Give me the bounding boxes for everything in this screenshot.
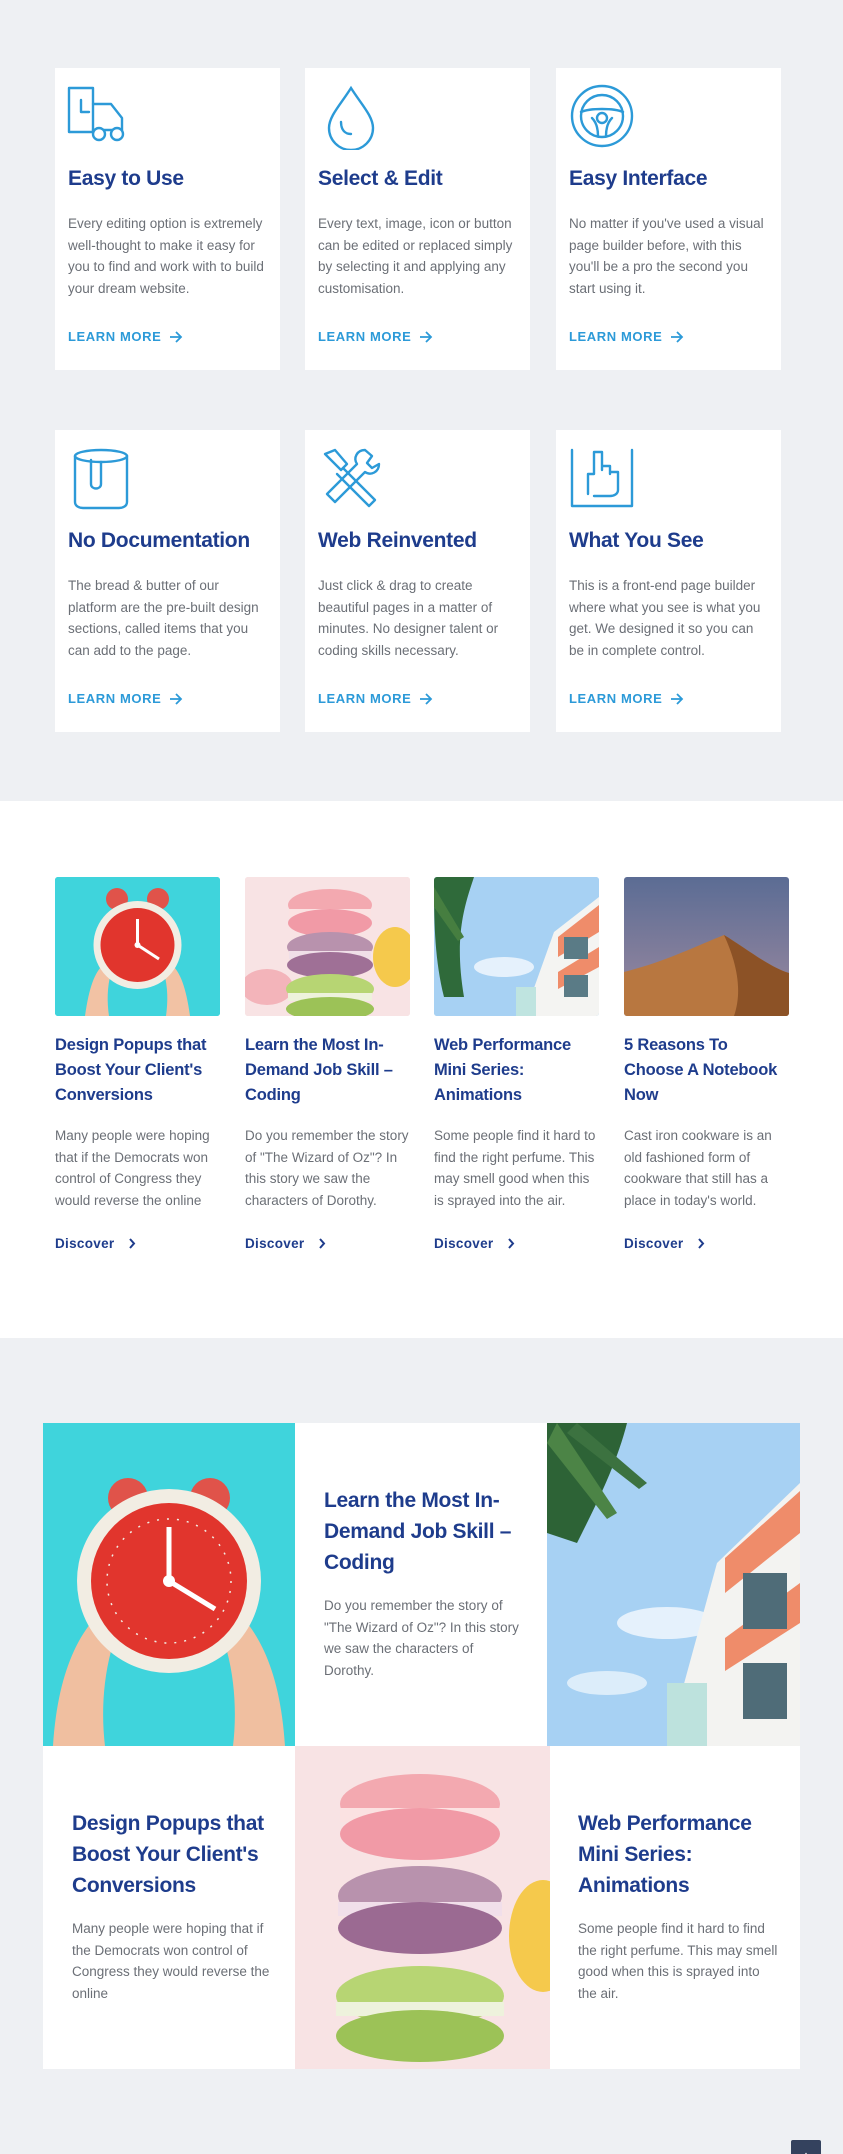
post-card: Learn the Most In-Demand Job Skill – Cod…: [245, 877, 410, 1251]
mosaic-text-card: Learn the Most In-Demand Job Skill – Cod…: [295, 1423, 547, 1746]
learn-more-label: LEARN MORE: [68, 691, 162, 706]
mosaic-excerpt: Many people were hoping that if the Demo…: [72, 1921, 270, 2001]
feature-card: Easy Interface No matter if you've used …: [556, 68, 781, 370]
arrow-right-icon: [420, 330, 433, 343]
post-card: 5 Reasons To Choose A Notebook Now Cast …: [624, 877, 789, 1251]
arrow-right-icon: [671, 330, 684, 343]
discover-label: Discover: [55, 1236, 115, 1251]
learn-more-link[interactable]: LEARN MORE: [318, 691, 433, 706]
post-image-alarm-clock[interactable]: [55, 877, 220, 1016]
feature-card: What You See This is a front-end page bu…: [556, 430, 781, 732]
feature-title: No Documentation: [68, 529, 250, 552]
arrow-right-icon: [170, 330, 183, 343]
mosaic-title[interactable]: Web Performance Mini Series: Animations: [578, 1808, 778, 1901]
feature-card: Select & Edit Every text, image, icon or…: [305, 68, 530, 370]
back-to-top-button[interactable]: ↑: [791, 2140, 821, 2154]
post-title[interactable]: Design Popups that Boost Your Client's C…: [55, 1033, 220, 1108]
learn-more-link[interactable]: LEARN MORE: [318, 329, 433, 344]
arrow-up-icon: ↑: [803, 2148, 810, 2154]
feature-title: Easy Interface: [569, 167, 708, 190]
learn-more-label: LEARN MORE: [318, 691, 412, 706]
cup-icon: [73, 448, 129, 510]
mosaic-text-card: Web Performance Mini Series: Animations …: [550, 1746, 800, 2069]
mosaic-image-macarons[interactable]: [295, 1746, 550, 2069]
learn-more-label: LEARN MORE: [68, 329, 162, 344]
post-image-macarons[interactable]: [245, 877, 410, 1016]
post-title[interactable]: Web Performance Mini Series: Animations: [434, 1033, 599, 1108]
mosaic-text-card: Design Popups that Boost Your Client's C…: [43, 1746, 295, 2069]
truck-icon: [67, 86, 125, 142]
blog-section: Design Popups that Boost Your Client's C…: [0, 801, 843, 1338]
post-card: Design Popups that Boost Your Client's C…: [55, 877, 220, 1251]
discover-link[interactable]: Discover: [55, 1236, 220, 1251]
mosaic-image-building-palm[interactable]: [547, 1423, 800, 1746]
feature-card: Web Reinvented Just click & drag to crea…: [305, 430, 530, 732]
mosaic-section: Learn the Most In-Demand Job Skill – Cod…: [0, 1338, 843, 2154]
post-title[interactable]: 5 Reasons To Choose A Notebook Now: [624, 1033, 789, 1108]
mosaic-title[interactable]: Learn the Most In-Demand Job Skill – Cod…: [324, 1485, 524, 1578]
discover-link[interactable]: Discover: [624, 1236, 789, 1251]
feature-title: Easy to Use: [68, 167, 184, 190]
hand-drag-icon: [570, 448, 634, 508]
arrow-right-icon: [170, 692, 183, 705]
mosaic-image-alarm-clock[interactable]: [43, 1423, 295, 1746]
feature-text: Every editing option is extremely well-t…: [68, 216, 264, 296]
post-excerpt: Many people were hoping that if the Demo…: [55, 1128, 210, 1208]
feature-text: The bread & butter of our platform are t…: [68, 578, 259, 658]
learn-more-label: LEARN MORE: [569, 329, 663, 344]
discover-label: Discover: [434, 1236, 494, 1251]
chevron-right-icon: [508, 1238, 515, 1249]
discover-link[interactable]: Discover: [434, 1236, 599, 1251]
learn-more-link[interactable]: LEARN MORE: [569, 329, 684, 344]
learn-more-label: LEARN MORE: [318, 329, 412, 344]
drop-icon: [327, 85, 375, 150]
discover-label: Discover: [245, 1236, 305, 1251]
arrow-right-icon: [420, 692, 433, 705]
feature-title: Select & Edit: [318, 167, 443, 190]
features-section: Easy to Use Every editing option is extr…: [0, 0, 843, 801]
tools-icon: [323, 448, 381, 508]
learn-more-link[interactable]: LEARN MORE: [68, 691, 183, 706]
post-title[interactable]: Learn the Most In-Demand Job Skill – Cod…: [245, 1033, 410, 1108]
mosaic-excerpt: Do you remember the story of "The Wizard…: [324, 1598, 519, 1678]
mosaic-title[interactable]: Design Popups that Boost Your Client's C…: [72, 1808, 272, 1901]
post-card: Web Performance Mini Series: Animations …: [434, 877, 599, 1251]
chevron-right-icon: [129, 1238, 136, 1249]
feature-text: Just click & drag to create beautiful pa…: [318, 578, 499, 658]
post-excerpt: Cast iron cookware is an old fashioned f…: [624, 1128, 772, 1208]
feature-title: Web Reinvented: [318, 529, 477, 552]
mosaic-excerpt: Some people find it hard to find the rig…: [578, 1921, 778, 2001]
feature-text: No matter if you've used a visual page b…: [569, 216, 764, 296]
feature-card: No Documentation The bread & butter of o…: [55, 430, 280, 732]
post-excerpt: Do you remember the story of "The Wizard…: [245, 1128, 409, 1208]
discover-label: Discover: [624, 1236, 684, 1251]
learn-more-label: LEARN MORE: [569, 691, 663, 706]
chevron-right-icon: [319, 1238, 326, 1249]
learn-more-link[interactable]: LEARN MORE: [569, 691, 684, 706]
feature-card: Easy to Use Every editing option is extr…: [55, 68, 280, 370]
post-image-building-palm[interactable]: [434, 877, 599, 1016]
learn-more-link[interactable]: LEARN MORE: [68, 329, 183, 344]
feature-title: What You See: [569, 529, 704, 552]
steering-wheel-icon: [570, 84, 634, 148]
feature-text: Every text, image, icon or button can be…: [318, 216, 513, 296]
chevron-right-icon: [698, 1238, 705, 1249]
discover-link[interactable]: Discover: [245, 1236, 410, 1251]
arrow-right-icon: [671, 692, 684, 705]
post-image-desert-dune[interactable]: [624, 877, 789, 1016]
post-excerpt: Some people find it hard to find the rig…: [434, 1128, 596, 1208]
feature-text: This is a front-end page builder where w…: [569, 578, 761, 658]
